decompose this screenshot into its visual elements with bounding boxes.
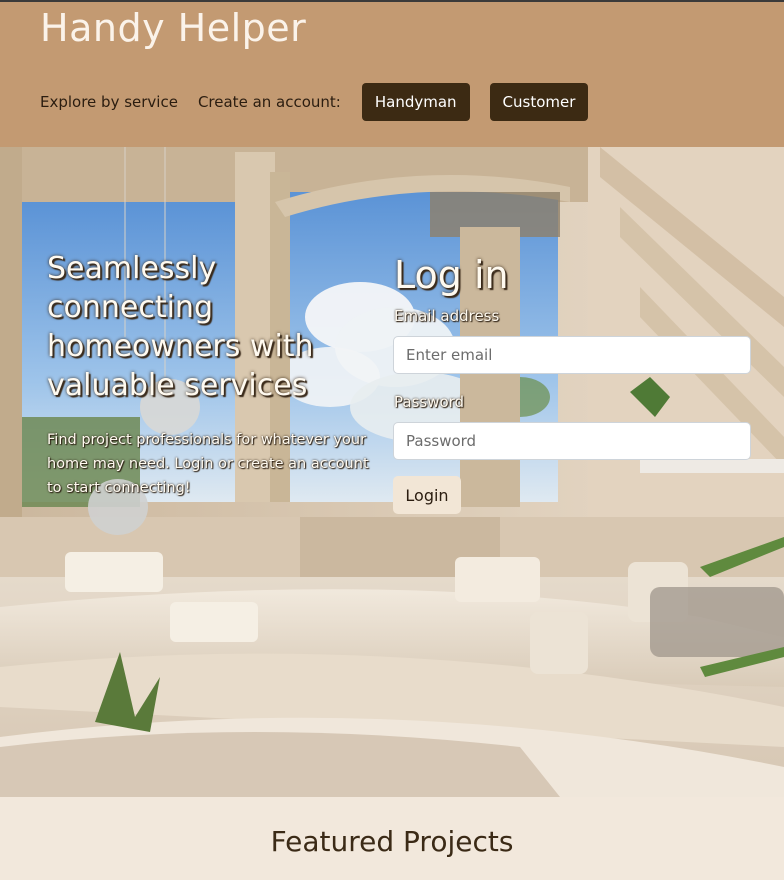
password-label: Password <box>394 393 465 411</box>
create-account-label: Create an account: <box>197 93 341 111</box>
featured-projects-section: Featured Projects <box>0 797 784 880</box>
hero-subtext: Find project professionals for whatever … <box>47 432 369 496</box>
featured-projects-heading: Featured Projects <box>270 825 514 858</box>
customer-signup-button[interactable]: Customer <box>489 83 589 121</box>
email-label: Email address <box>394 307 500 325</box>
hero-tagline: Seamlessly connecting homeowners with va… <box>47 251 314 403</box>
login-title: Log in <box>394 253 509 297</box>
password-input[interactable] <box>393 422 751 460</box>
hero-section: Seamlessly connecting homeowners with va… <box>0 147 784 797</box>
handyman-signup-button[interactable]: Handyman <box>361 83 470 121</box>
brand-title[interactable]: Handy Helper <box>40 4 306 52</box>
main-nav: Explore by service Create an account: Ha… <box>40 83 608 121</box>
site-header: Handy Helper Explore by service Create a… <box>0 2 784 147</box>
email-input[interactable] <box>393 336 751 374</box>
explore-by-service-link[interactable]: Explore by service <box>40 93 178 111</box>
login-button[interactable]: Login <box>393 476 461 514</box>
